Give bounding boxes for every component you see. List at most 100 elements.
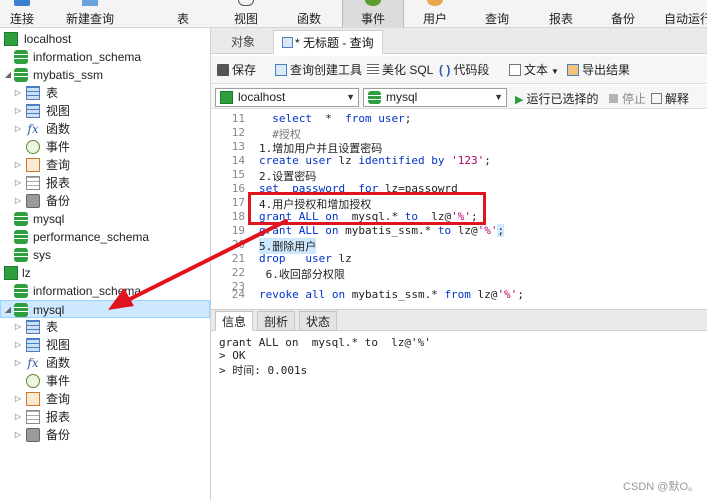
tab-objects[interactable]: 对象 xyxy=(223,30,263,54)
chevron-down-icon: ▼ xyxy=(494,92,503,102)
result-panel: grant ALL on mysql.* to lz@'%' > OK > 时间… xyxy=(211,332,707,500)
stop-button[interactable]: 停止 xyxy=(609,90,646,107)
table-button[interactable]: 表 xyxy=(156,0,210,28)
tab-query[interactable]: * 无标题 - 查询 xyxy=(273,30,383,54)
tree-item-queries[interactable]: ▷ 查询 xyxy=(0,156,210,174)
tree-db-information-schema[interactable]: information_schema xyxy=(0,48,210,66)
main-toolbar: 连接 新建查询 表 视图 函数 事件 用户 查询 报表 备份 自动运行 xyxy=(0,0,707,28)
tree-item-views-lz[interactable]: ▷ 视图 xyxy=(0,336,210,354)
text-icon xyxy=(509,64,521,76)
chevron-down-icon: ▼ xyxy=(346,92,355,102)
connection-bar: localhost ▼ mysql ▼ ▶ 运行已选择的 停止 解释 xyxy=(211,85,707,109)
user-button[interactable]: 用户 xyxy=(408,0,462,28)
snippet-button[interactable]: ( ) 代码段 xyxy=(439,62,489,78)
expand-arrow-icon[interactable]: ▷ xyxy=(14,318,22,336)
tree-db-information-schema-lz[interactable]: information_schema xyxy=(0,282,210,300)
expand-arrow-icon[interactable]: ▷ xyxy=(14,102,22,120)
dropdown-arrow-icon: ▼ xyxy=(551,67,559,76)
save-button[interactable]: 保存 xyxy=(217,62,256,78)
tree-item-tables[interactable]: ▷ 表 xyxy=(0,84,210,102)
snippet-icon: ( ) xyxy=(439,63,451,77)
report-button[interactable]: 报表 xyxy=(534,0,588,28)
play-icon: ▶ xyxy=(515,94,524,106)
database-select[interactable]: mysql ▼ xyxy=(363,88,507,107)
query-icon xyxy=(26,158,40,172)
tab-profile[interactable]: 剖析 xyxy=(257,311,296,331)
navigation-tree: localhost information_schema ◢ mybatis_s… xyxy=(0,28,211,500)
table-icon xyxy=(26,320,40,334)
tree-item-queries-lz[interactable]: ▷ 查询 xyxy=(0,390,210,408)
event-button[interactable]: 事件 xyxy=(342,0,404,28)
tree-db-performance-schema[interactable]: performance_schema xyxy=(0,228,210,246)
connection-icon xyxy=(4,32,18,46)
tree-connection-lz[interactable]: lz xyxy=(0,264,210,282)
database-icon xyxy=(14,212,28,226)
expand-arrow-icon[interactable]: ▷ xyxy=(14,174,22,192)
autorun-button[interactable]: 自动运行 xyxy=(660,0,707,28)
expand-arrow-icon[interactable]: ▷ xyxy=(14,336,22,354)
backup-button[interactable]: 备份 xyxy=(596,0,650,28)
run-selected-button[interactable]: ▶ 运行已选择的 xyxy=(515,90,598,107)
tree-item-reports[interactable]: ▷ 报表 xyxy=(0,174,210,192)
explain-button[interactable]: 解释 xyxy=(651,90,689,107)
tree-item-backups-lz[interactable]: ▷ 备份 xyxy=(0,426,210,444)
expand-arrow-icon[interactable]: ▷ xyxy=(14,156,22,174)
expand-arrow-icon[interactable]: ▷ xyxy=(14,390,22,408)
connection-icon xyxy=(4,266,18,280)
report-icon xyxy=(26,176,40,190)
export-icon xyxy=(567,64,579,76)
tree-item-events[interactable]: 事件 xyxy=(0,138,210,156)
database-icon xyxy=(14,284,28,298)
query-tab-icon xyxy=(282,37,293,48)
tree-db-mybatis-ssm[interactable]: ◢ mybatis_ssm xyxy=(0,66,210,84)
beautify-icon xyxy=(367,64,379,76)
tree-item-reports-lz[interactable]: ▷ 报表 xyxy=(0,408,210,426)
tree-db-mysql[interactable]: mysql xyxy=(0,210,210,228)
tree-connection-localhost[interactable]: localhost xyxy=(0,30,210,48)
tab-message[interactable]: 信息 xyxy=(215,311,254,331)
tree-item-views[interactable]: ▷ 视图 xyxy=(0,102,210,120)
document-tabs: 对象 * 无标题 - 查询 xyxy=(211,28,707,54)
tree-item-functions-lz[interactable]: ▷ fx 函数 xyxy=(0,354,210,372)
expand-arrow-icon[interactable]: ▷ xyxy=(14,426,22,444)
stop-icon xyxy=(609,94,618,103)
tree-item-events-lz[interactable]: 事件 xyxy=(0,372,210,390)
query-button[interactable]: 查询 xyxy=(470,0,524,28)
export-results-button[interactable]: 导出结果 xyxy=(567,62,630,78)
query-builder-button[interactable]: 查询创建工具 xyxy=(275,62,362,78)
view-icon xyxy=(26,104,40,118)
database-icon xyxy=(14,248,28,262)
beautify-sql-button[interactable]: 美化 SQL xyxy=(367,62,433,78)
expand-arrow-icon[interactable]: ▷ xyxy=(14,84,22,102)
collapse-arrow-icon[interactable]: ◢ xyxy=(4,66,12,84)
result-tabs: 信息 剖析 状态 xyxy=(211,309,707,331)
tree-item-tables-lz[interactable]: ▷ 表 xyxy=(0,318,210,336)
view-icon xyxy=(26,338,40,352)
event-icon xyxy=(26,140,40,154)
expand-arrow-icon[interactable]: ▷ xyxy=(14,354,22,372)
tree-db-sys[interactable]: sys xyxy=(0,246,210,264)
expand-arrow-icon[interactable]: ▷ xyxy=(14,120,22,138)
event-icon xyxy=(365,0,381,6)
expand-arrow-icon[interactable]: ▷ xyxy=(14,192,22,210)
table-icon xyxy=(26,86,40,100)
tree-item-backups[interactable]: ▷ 备份 xyxy=(0,192,210,210)
connection-select[interactable]: localhost ▼ xyxy=(215,88,359,107)
function-button[interactable]: 函数 xyxy=(282,0,336,28)
database-icon xyxy=(14,68,28,82)
tree-item-functions[interactable]: ▷ fx 函数 xyxy=(0,120,210,138)
expand-arrow-icon[interactable]: ▷ xyxy=(14,408,22,426)
view-button[interactable]: 视图 xyxy=(219,0,273,28)
tab-status[interactable]: 状态 xyxy=(299,311,338,331)
text-mode-button[interactable]: 文本 ▼ xyxy=(509,62,559,78)
report-icon xyxy=(26,410,40,424)
explain-icon xyxy=(651,93,662,104)
connection-icon xyxy=(220,91,233,104)
collapse-arrow-icon[interactable]: ◢ xyxy=(4,301,12,319)
new-query-button[interactable]: 新建查询 xyxy=(56,0,124,28)
connect-button[interactable]: 连接 xyxy=(0,0,44,28)
tab-query-label: * 无标题 - 查询 xyxy=(295,36,374,50)
tree-db-mysql-lz[interactable]: ◢ mysql xyxy=(0,300,210,318)
annotation-highlight-box xyxy=(248,192,486,225)
connect-icon xyxy=(14,0,30,6)
